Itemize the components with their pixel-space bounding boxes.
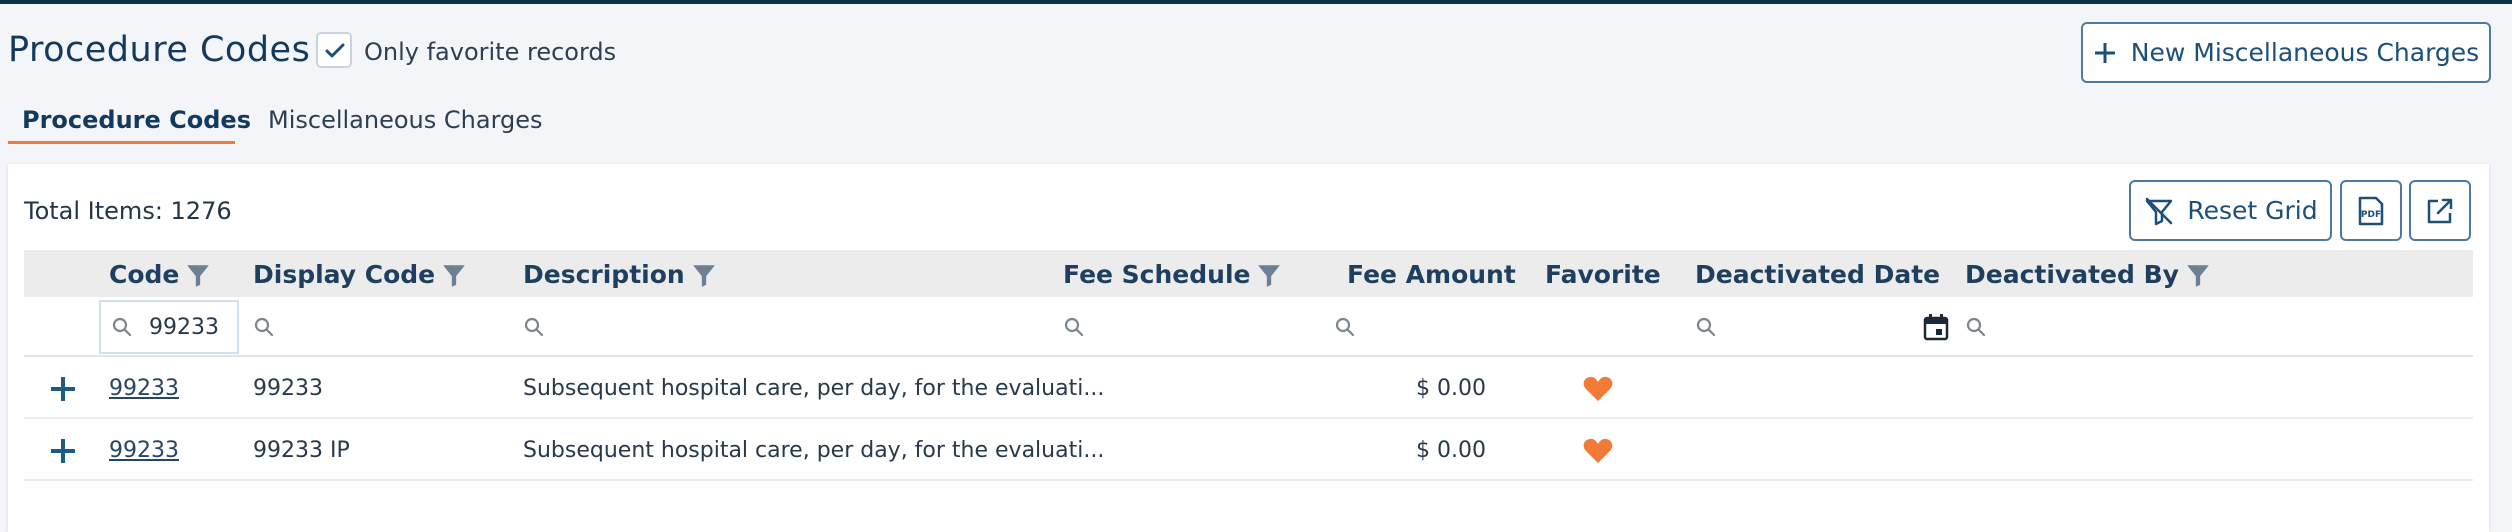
new-miscellaneous-charges-button[interactable]: New Miscellaneous Charges (2081, 22, 2491, 83)
display-code-cell: 99233 (253, 376, 323, 401)
plus-icon[interactable] (49, 437, 77, 465)
column-header-label: Fee Schedule (1063, 260, 1251, 289)
search-icon (1064, 317, 1084, 337)
code-link[interactable]: 99233 (109, 376, 179, 401)
heart-icon[interactable] (1583, 438, 1613, 464)
deactivated-by-filter-input[interactable] (1965, 301, 1987, 353)
column-header-label: Description (523, 260, 685, 289)
search-icon (1696, 317, 1716, 337)
tab-procedure-codes[interactable]: Procedure Codes (22, 106, 251, 134)
procedure-codes-grid: Code Display Code Description Fee Schedu… (24, 250, 2473, 532)
export-button[interactable] (2409, 180, 2471, 241)
fee-amount-cell: $ 0.00 (1416, 376, 1486, 401)
table-row: 99233 99233 Subsequent hospital care, pe… (24, 359, 2473, 419)
search-icon (112, 317, 132, 337)
page-title: Procedure Codes (8, 30, 311, 70)
reset-grid-label: Reset Grid (2187, 196, 2318, 225)
description-cell: Subsequent hospital care, per day, for t… (523, 376, 1105, 401)
column-header-label: Display Code (253, 260, 436, 289)
fee-amount-cell: $ 0.00 (1416, 438, 1486, 463)
plus-icon[interactable] (49, 375, 77, 403)
search-icon (254, 317, 274, 337)
code-filter-input[interactable]: 99233 (99, 300, 239, 354)
tab-miscellaneous-charges[interactable]: Miscellaneous Charges (268, 106, 543, 134)
column-header-favorite[interactable]: Favorite (1545, 260, 1661, 289)
column-header-label: Deactivated By (1965, 260, 2179, 289)
calendar-icon[interactable] (1923, 313, 1949, 341)
column-header-label: Code (109, 260, 180, 289)
export-pdf-button[interactable]: PDF (2340, 180, 2402, 241)
favorite-only-checkbox[interactable] (316, 32, 352, 68)
column-header-label: Favorite (1545, 260, 1661, 289)
filter-row: 99233 (24, 297, 2473, 357)
funnel-icon[interactable] (1256, 262, 1282, 288)
column-header-fee-schedule[interactable]: Fee Schedule (1063, 260, 1282, 289)
description-filter-input[interactable] (523, 301, 545, 353)
heart-icon[interactable] (1583, 376, 1613, 402)
column-header-deactivated-date[interactable]: Deactivated Date (1695, 260, 1940, 289)
new-button-label: New Miscellaneous Charges (2130, 38, 2480, 67)
favorite-only-label[interactable]: Only favorite records (364, 38, 616, 66)
export-icon (2427, 198, 2453, 223)
pdf-icon: PDF (2358, 196, 2384, 225)
fee-amount-filter-input[interactable] (1334, 301, 1356, 353)
funnel-icon[interactable] (2185, 262, 2211, 288)
display-code-filter-input[interactable] (253, 301, 275, 353)
column-header-label: Deactivated Date (1695, 260, 1941, 289)
funnel-icon[interactable] (691, 262, 717, 288)
grid-header: Code Display Code Description Fee Schedu… (24, 250, 2473, 297)
code-filter-value: 99233 (149, 314, 219, 340)
plus-icon (2094, 42, 2115, 63)
funnel-icon[interactable] (441, 262, 467, 288)
column-header-code[interactable]: Code (109, 260, 211, 289)
top-bar (0, 0, 2512, 4)
filter-off-icon (2146, 197, 2173, 225)
search-icon (1966, 317, 1986, 337)
column-header-description[interactable]: Description (523, 260, 717, 289)
deactivated-date-filter-input[interactable] (1695, 301, 1949, 353)
fee-schedule-filter-input[interactable] (1063, 301, 1085, 353)
active-tab-indicator (8, 141, 235, 144)
search-icon (1335, 317, 1355, 337)
total-items: Total Items: 1276 (24, 197, 232, 225)
table-row: 99233 99233 IP Subsequent hospital care,… (24, 421, 2473, 481)
search-icon (524, 317, 544, 337)
check-icon (325, 43, 345, 58)
svg-text:PDF: PDF (2361, 210, 2381, 220)
funnel-icon[interactable] (185, 262, 211, 288)
description-cell: Subsequent hospital care, per day, for t… (523, 438, 1105, 463)
column-header-fee-amount[interactable]: Fee Amount (1347, 260, 1516, 289)
column-header-label: Fee Amount (1347, 260, 1516, 289)
column-header-deactivated-by[interactable]: Deactivated By (1965, 260, 2211, 289)
code-link[interactable]: 99233 (109, 438, 179, 463)
column-header-display-code[interactable]: Display Code (253, 260, 467, 289)
display-code-cell: 99233 IP (253, 438, 350, 463)
reset-grid-button[interactable]: Reset Grid (2129, 180, 2332, 241)
